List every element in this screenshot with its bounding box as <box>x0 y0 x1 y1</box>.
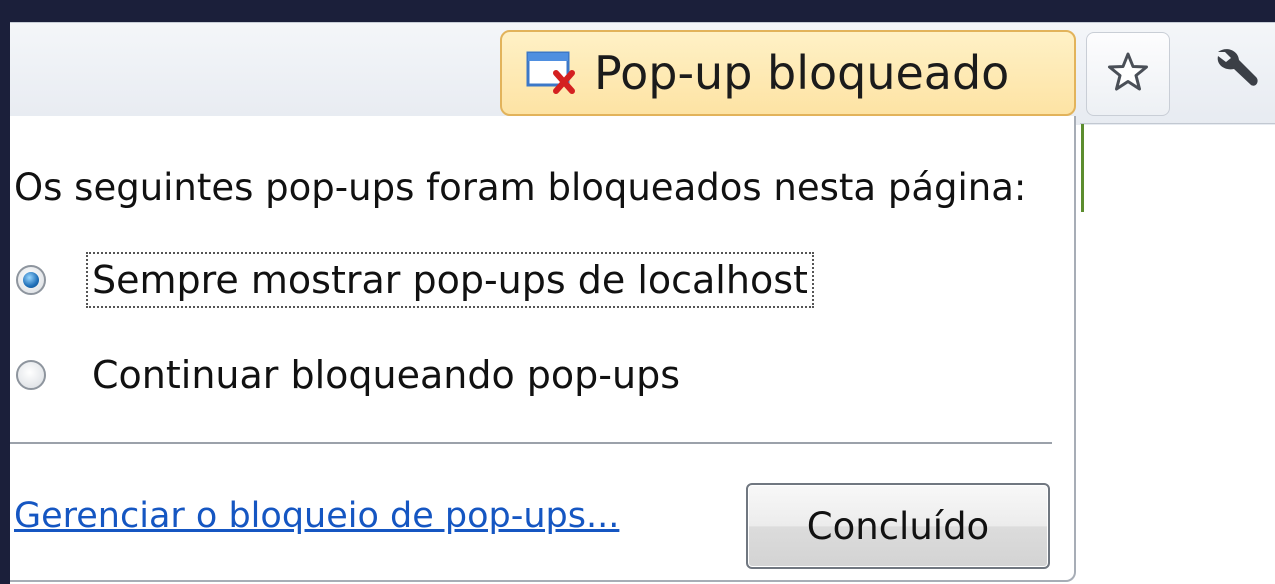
radio-always-show[interactable] <box>16 265 46 295</box>
done-button[interactable]: Concluído <box>746 483 1050 569</box>
bubble-divider <box>10 442 1052 444</box>
option-keep-blocking[interactable]: Continuar bloqueando pop-ups <box>16 351 682 399</box>
star-icon <box>1106 50 1150 98</box>
blocked-window-icon <box>526 51 580 95</box>
radio-keep-blocking[interactable] <box>16 360 46 390</box>
toolbar-divider <box>1080 123 1275 124</box>
manage-popup-blocking-link[interactable]: Gerenciar o bloqueio de pop-ups... <box>14 496 619 536</box>
settings-menu-button[interactable] <box>1192 32 1275 116</box>
option-always-show[interactable]: Sempre mostrar pop-ups de localhost <box>16 252 814 308</box>
popup-blocked-bubble: Os seguintes pop-ups foram bloqueados ne… <box>10 116 1076 582</box>
wrench-icon <box>1206 44 1262 104</box>
browser-window: Pop-up bloqueado Os seguintes pop-ups fo… <box>10 22 1275 584</box>
option-always-show-label: Sempre mostrar pop-ups de localhost <box>86 252 814 308</box>
bubble-title: Os seguintes pop-ups foram bloqueados ne… <box>14 166 1027 209</box>
page-edge-accent <box>1081 124 1084 212</box>
popup-blocked-label: Pop-up bloqueado <box>594 46 1010 100</box>
popup-blocked-indicator[interactable]: Pop-up bloqueado <box>500 30 1076 116</box>
bookmark-star-button[interactable] <box>1086 32 1170 116</box>
option-keep-blocking-label: Continuar bloqueando pop-ups <box>92 353 681 397</box>
